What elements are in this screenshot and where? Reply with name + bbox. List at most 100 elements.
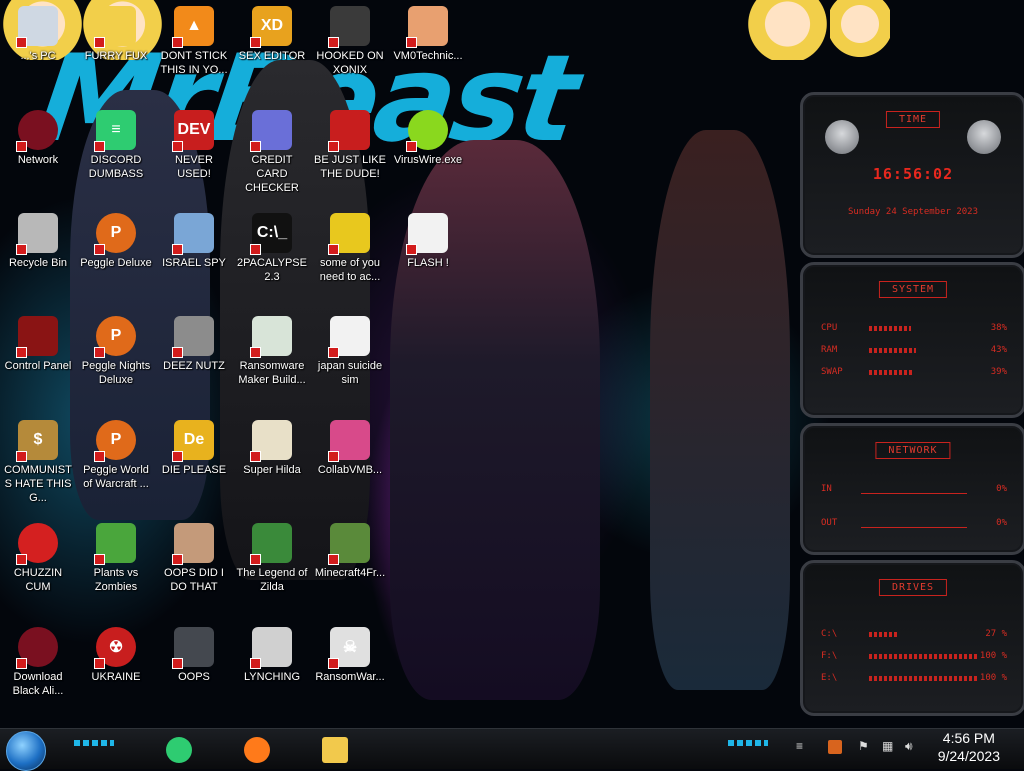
desktop-shortcut[interactable]: DEEZ NUTZ [158, 316, 230, 373]
shortcut-arrow-icon [250, 141, 261, 152]
shortcut-arrow-icon [250, 37, 261, 48]
network-tray-icon[interactable]: ▦ [882, 739, 893, 753]
desktop-shortcut[interactable]: De DIE PLEASE [158, 420, 230, 477]
desktop-shortcut[interactable]: VM0Technic... [392, 6, 464, 63]
desktop-shortcut[interactable]: $ COMMUNISTS HATE THIS G... [2, 420, 74, 505]
flash-document-icon [406, 213, 448, 255]
desktop-shortcut-label: HOOKED ON XONIX [316, 50, 384, 76]
firefox-icon[interactable] [240, 733, 274, 767]
shortcut-arrow-icon [250, 658, 261, 669]
credit-card-icon [250, 110, 292, 152]
action-center-flag-icon[interactable]: ⚑ [858, 739, 869, 753]
traffic-graph-line [861, 493, 967, 494]
widget-row-value: 0% [996, 518, 1007, 528]
shortcut-arrow-icon [94, 658, 105, 669]
desktop-shortcut[interactable]: CollabVMB... [314, 420, 386, 477]
desktop-shortcut-label: Ransomware Maker Build... [238, 360, 306, 386]
desktop-shortcut[interactable]: ▲ DONT STICK THIS IN YO... [158, 6, 230, 77]
widget-row-value: 38% [990, 323, 1007, 333]
desktop-shortcut-label: RansomWar... [315, 671, 385, 683]
desktop-shortcut[interactable]: C:\_ 2PACALYPSE 2.3 [236, 213, 308, 284]
discord-icon: ≡ [94, 110, 136, 152]
desktop-shortcut[interactable]: XD SEX EDITOR [236, 6, 308, 63]
desktop-shortcut[interactable]: P Peggle World of Warcraft ... [80, 420, 152, 491]
shortcut-arrow-icon [172, 141, 183, 152]
desktop-shortcut-label: CHUZZIN CUM [13, 567, 63, 593]
desktop-shortcut[interactable]: The Legend of Zilda [236, 523, 308, 594]
alien-orb-icon [16, 627, 58, 669]
desktop-shortcut[interactable]: OOPS DID I DO THAT [158, 523, 230, 594]
radiation-icon: ☢ [94, 627, 136, 669]
shortcut-arrow-icon [16, 141, 27, 152]
show-hidden-icons-icon[interactable]: ≡ [796, 739, 803, 753]
taskbar-app-glyph [166, 737, 192, 763]
time-widget-header: TIME [885, 111, 941, 128]
desktop-shortcut-label: The Legend of Zilda [236, 567, 308, 593]
desktop-shortcut[interactable]: Network [2, 110, 74, 167]
desktop-shortcut[interactable]: FLASH ! [392, 213, 464, 270]
file-explorer-icon[interactable] [318, 733, 352, 767]
shortcut-arrow-icon [172, 658, 183, 669]
shortcut-arrow-icon [406, 37, 417, 48]
network-widget-header: NETWORK [875, 442, 951, 459]
desktop-shortcut[interactable]: some of you need to ac... [314, 213, 386, 284]
widget-row-key: E:\ [821, 673, 838, 683]
desktop-shortcut-label: OOPS [178, 671, 210, 683]
alien-head-icon [825, 120, 859, 154]
doctor-icon [406, 6, 448, 48]
desktop-shortcut[interactable]: FURRY FUX [80, 6, 152, 63]
desktop-shortcut[interactable]: japan suicide sim [314, 316, 386, 387]
taskbar-app-glyph [322, 737, 348, 763]
desktop-shortcut[interactable]: Control Panel [2, 316, 74, 373]
document-icon [328, 316, 370, 358]
shortcut-arrow-icon [16, 37, 27, 48]
desktop-shortcut[interactable]: Download Black Ali... [2, 627, 74, 698]
widget-row-key: F:\ [821, 651, 838, 661]
desktop-shortcut[interactable]: Plants vs Zombies [80, 523, 152, 594]
discord-icon[interactable] [162, 733, 196, 767]
desktop-shortcut[interactable]: ISRAEL SPY [158, 213, 230, 270]
shortcut-arrow-icon [328, 141, 339, 152]
app-tray-icon[interactable] [828, 740, 842, 754]
desktop-shortcut[interactable]: Recycle Bin [2, 213, 74, 270]
money-bag-icon: $ [16, 420, 58, 462]
desktop-shortcut[interactable]: Super Hilda [236, 420, 308, 477]
die-icon: De [172, 420, 214, 462]
widget-row: RAM 43% [821, 345, 1007, 357]
desktop-shortcut[interactable]: DEV NEVER USED! [158, 110, 230, 181]
traffic-graph-line [861, 527, 967, 528]
desktop-shortcut[interactable]: P Peggle Nights Deluxe [80, 316, 152, 387]
desktop-shortcut-label: ...'s PC [20, 50, 56, 62]
widget-row-value: 100 % [979, 673, 1007, 683]
start-button[interactable] [6, 731, 46, 771]
desktop-shortcut[interactable]: Ransomware Maker Build... [236, 316, 308, 387]
desktop-shortcut[interactable]: LYNCHING [236, 627, 308, 684]
desktop-shortcut[interactable]: HOOKED ON XONIX [314, 6, 386, 77]
desktop-shortcut[interactable]: BE JUST LIKE THE DUDE! [314, 110, 386, 181]
drives-widget: DRIVES C:\ 27 % F:\ 100 % E:\ 100 % [800, 560, 1024, 716]
shortcut-arrow-icon [94, 37, 105, 48]
volume-icon[interactable]: 🔊︎ [905, 739, 913, 754]
taskbar-clock[interactable]: 4:56 PM 9/24/2023 [938, 729, 1000, 765]
desktop-shortcut[interactable]: Minecraft4Fr... [314, 523, 386, 580]
desktop-shortcut-label: CREDIT CARD CHECKER [245, 154, 299, 194]
shortcut-arrow-icon [172, 554, 183, 565]
desktop-shortcut[interactable]: P Peggle Deluxe [80, 213, 152, 270]
widget-row-value: 0% [996, 484, 1007, 494]
desktop-shortcut[interactable]: OOPS [158, 627, 230, 684]
shortcut-arrow-icon [94, 554, 105, 565]
desktop-shortcut[interactable]: CHUZZIN CUM [2, 523, 74, 594]
usage-bar [869, 326, 911, 331]
chuzzle-icon [16, 523, 58, 565]
usage-bar [869, 632, 899, 637]
desktop-shortcut-label: Network [17, 154, 59, 166]
anime-face-icon [94, 6, 136, 48]
desktop-shortcut[interactable]: VirusWire.exe [392, 110, 464, 167]
desktop-shortcut[interactable]: ☢ UKRAINE [80, 627, 152, 684]
taskbar-app-glyph [244, 737, 270, 763]
desktop-shortcut[interactable]: ☠ RansomWar... [314, 627, 386, 684]
desktop-shortcut[interactable]: ...'s PC [2, 6, 74, 63]
desktop-shortcut[interactable]: CREDIT CARD CHECKER [236, 110, 308, 195]
desktop-shortcut[interactable]: ≡ DISCORD DUMBASS [80, 110, 152, 181]
desktop-shortcut-label: Recycle Bin [8, 257, 68, 269]
